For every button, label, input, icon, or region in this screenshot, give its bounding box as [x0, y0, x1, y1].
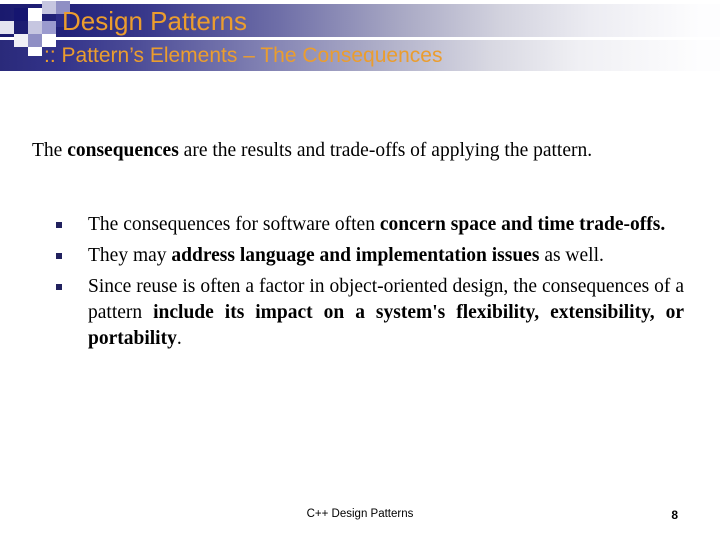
bullet-text: They may: [88, 245, 172, 266]
decorative-square-11: [28, 47, 42, 56]
bullet-text: as well.: [539, 245, 604, 266]
square-bullet-icon: [56, 284, 62, 290]
decorative-square-9: [28, 34, 42, 47]
slide-header: Design Patterns :: Pattern’s Elements – …: [0, 0, 720, 80]
bullet-bold-text: concern space and time trade-offs.: [379, 214, 666, 235]
decorative-square-5: [28, 21, 42, 34]
bullet-item: The consequences for software often conc…: [52, 212, 684, 238]
bullet-item: Since reuse is often a factor in object-…: [52, 274, 684, 352]
bullet-text: The consequences for software often: [88, 214, 380, 235]
decorative-square-6: [42, 21, 56, 34]
intro-text: are the results and trade-offs of applyi…: [178, 139, 593, 161]
intro-paragraph: The consequences are the results and tra…: [32, 138, 684, 164]
decorative-square-2: [42, 1, 56, 14]
bullet-item: They may address language and implementa…: [52, 243, 684, 269]
intro-text: The: [32, 139, 68, 161]
bullet-bold-text: address language and implementation issu…: [171, 245, 540, 266]
square-bullet-icon: [56, 253, 62, 259]
slide-subtitle: :: Pattern’s Elements – The Consequences: [44, 44, 443, 67]
intro-bold-text: consequences: [67, 139, 179, 161]
footer-title: C++ Design Patterns: [306, 508, 414, 520]
decorative-square-0: [14, 8, 28, 21]
decorative-square-8: [14, 34, 28, 47]
slide-title: Design Patterns: [62, 6, 247, 36]
bullet-list: The consequences for software often conc…: [52, 212, 684, 357]
page-number: 8: [671, 508, 678, 522]
decorative-square-4: [0, 21, 14, 34]
square-bullet-icon: [56, 222, 62, 228]
bullet-text: .: [176, 328, 182, 349]
slide-footer: C++ Design Patterns 8: [0, 508, 720, 532]
decorative-square-1: [28, 8, 42, 21]
